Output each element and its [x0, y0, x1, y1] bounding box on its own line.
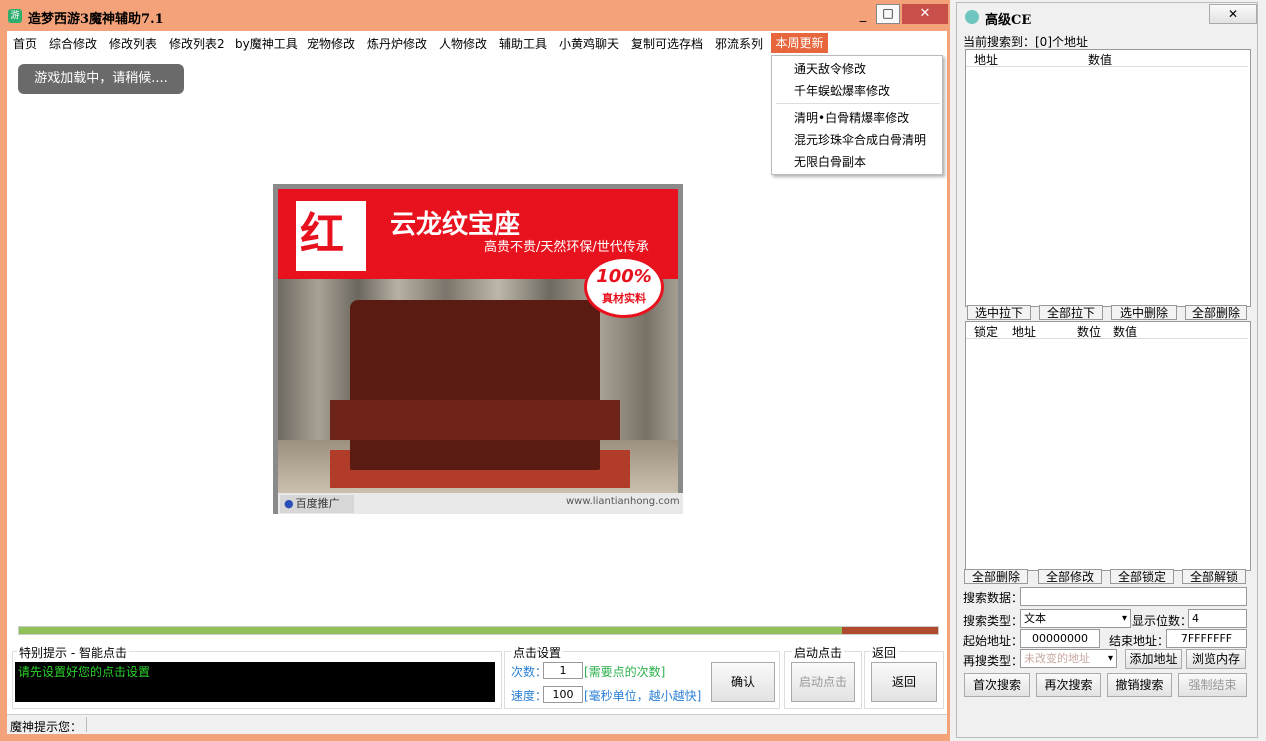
menu-item[interactable]: 修改列表2	[169, 35, 225, 52]
menu-item[interactable]: 修改列表	[109, 35, 157, 52]
baidu-promo-label[interactable]: ● 百度推广	[280, 495, 354, 513]
back-group-title: 返回	[870, 644, 899, 661]
research-type-value: 未改变的地址	[1024, 652, 1090, 665]
menu-item[interactable]: 首页	[13, 35, 37, 52]
research-type-select[interactable]: 未改变的地址 ▾	[1020, 649, 1117, 668]
loading-toast: 游戏加载中，请稍候....	[18, 64, 184, 94]
select-pull-down-button[interactable]: 选中拉下	[967, 305, 1031, 320]
lock-all-button[interactable]: 全部锁定	[1110, 569, 1174, 584]
dropdown-item[interactable]: 无限白骨副本	[794, 153, 866, 170]
close-button[interactable]: ✕	[902, 4, 948, 24]
search-type-select[interactable]: 文本 ▾	[1020, 609, 1131, 628]
menu-item[interactable]: 邪流系列	[715, 35, 763, 52]
display-digits-input[interactable]: 4	[1188, 609, 1247, 628]
chevron-down-icon: ▾	[1107, 653, 1113, 664]
menu-item[interactable]: by魔神工具	[235, 35, 298, 52]
end-address-input[interactable]: 7FFFFFFF	[1166, 629, 1247, 648]
minimize-button[interactable]: _	[852, 8, 874, 26]
status-bar: 魔神提示您：	[7, 714, 947, 734]
confirm-button[interactable]: 确认	[711, 662, 775, 702]
search-type-value: 文本	[1024, 612, 1046, 625]
ce-window-title: 高级CE	[985, 13, 1032, 28]
status-text: 魔神提示您：	[10, 720, 83, 734]
start-click-button[interactable]: 启动点击	[791, 662, 855, 702]
hint-group-title: 特别提示 - 智能点击	[17, 644, 129, 661]
baidu-promo-text: 百度推广	[295, 497, 340, 510]
end-address-label: 结束地址：	[1109, 634, 1170, 648]
window-title: 造梦西游3魔神辅助7.1	[28, 12, 164, 27]
speed-label: 速度：	[511, 689, 548, 703]
hint-textbox[interactable]: 请先设置好您的点击设置	[15, 662, 495, 702]
delete-selected-button[interactable]: 选中删除	[1111, 305, 1177, 320]
maximize-button[interactable]: □	[876, 4, 900, 24]
address-header-divider	[966, 338, 1248, 339]
ad-badge-label: 真材实料	[602, 292, 646, 305]
progress-fill	[19, 627, 842, 634]
ce-found-count: 当前搜索到：[0]个地址	[963, 35, 1088, 49]
start-click-title: 启动点击	[792, 644, 845, 661]
delete-all-addr-button[interactable]: 全部删除	[964, 569, 1028, 584]
menu-item[interactable]: 小黄鸡聊天	[559, 35, 619, 52]
menu-item[interactable]: 复制可选存档	[631, 35, 703, 52]
menu-item[interactable]: 宠物修改	[307, 35, 355, 52]
result-list[interactable]	[965, 49, 1251, 307]
force-end-button[interactable]: 强制结束	[1178, 673, 1247, 697]
delete-all-button[interactable]: 全部删除	[1185, 305, 1247, 320]
menu-item[interactable]: 综合修改	[49, 35, 97, 52]
count-input[interactable]: 1	[543, 662, 583, 679]
address-list[interactable]	[965, 321, 1251, 571]
ad-chair-seat	[330, 400, 620, 440]
menu-item[interactable]: 辅助工具	[499, 35, 547, 52]
count-note: [需要点的次数]	[584, 665, 666, 679]
ad-url: www.liantianhong.com	[566, 496, 680, 507]
dropdown-item[interactable]: 千年蜈蚣爆率修改	[794, 82, 890, 99]
add-address-button[interactable]: 添加地址	[1125, 649, 1182, 669]
click-settings-title: 点击设置	[511, 644, 564, 661]
menu-item-weekly-update[interactable]: 本周更新	[771, 33, 828, 53]
ce-close-button[interactable]: ✕	[1209, 4, 1257, 24]
dropdown-item[interactable]: 混元珍珠伞合成白骨清明	[794, 131, 926, 148]
pull-all-down-button[interactable]: 全部拉下	[1039, 305, 1103, 320]
result-header-divider	[966, 66, 1248, 67]
ad-chair-back	[350, 300, 600, 470]
search-data-label: 搜索数据：	[963, 591, 1024, 605]
back-button[interactable]: 返回	[871, 662, 937, 702]
speed-input[interactable]: 100	[543, 686, 583, 703]
search-again-button[interactable]: 再次搜索	[1036, 673, 1101, 697]
search-data-input[interactable]	[1020, 587, 1247, 606]
ad-subtitle: 高贵不贵/天然环保/世代传承	[484, 240, 649, 255]
status-divider	[86, 717, 87, 732]
count-label: 次数：	[511, 665, 548, 679]
start-address-label: 起始地址：	[963, 634, 1024, 648]
search-type-label: 搜索类型：	[963, 614, 1024, 628]
dropdown-weekly-update: 通天敌令修改 千年蜈蚣爆率修改 清明•白骨精爆率修改 混元珍珠伞合成白骨清明 无…	[771, 55, 943, 175]
ce-app-icon	[965, 10, 979, 24]
dropdown-item[interactable]: 清明•白骨精爆率修改	[794, 109, 909, 126]
speed-note: [毫秒单位，越小越快]	[584, 689, 702, 703]
display-digits-label: 显示位数：	[1132, 614, 1193, 628]
start-address-input[interactable]: 00000000	[1020, 629, 1100, 648]
chevron-down-icon: ▾	[1121, 613, 1127, 624]
dropdown-separator	[776, 103, 940, 104]
ad-badge-percent: 100%	[596, 266, 652, 287]
research-type-label: 再搜类型：	[963, 654, 1024, 668]
first-search-button[interactable]: 首次搜索	[964, 673, 1030, 697]
menu-item[interactable]: 炼丹炉修改	[367, 35, 427, 52]
undo-search-button[interactable]: 撤销搜索	[1107, 673, 1172, 697]
modify-all-button[interactable]: 全部修改	[1038, 569, 1102, 584]
ad-logo-text: 红	[300, 209, 344, 260]
menu-item[interactable]: 人物修改	[439, 35, 487, 52]
app-icon: 游	[8, 9, 22, 23]
browse-memory-button[interactable]: 浏览内存	[1186, 649, 1246, 669]
paw-icon: ●	[284, 497, 294, 510]
unlock-all-button[interactable]: 全部解锁	[1182, 569, 1246, 584]
main-titlebar[interactable]: 游 造梦西游3魔神辅助7.1 _ □ ✕	[0, 0, 950, 30]
dropdown-item[interactable]: 通天敌令修改	[794, 60, 866, 77]
